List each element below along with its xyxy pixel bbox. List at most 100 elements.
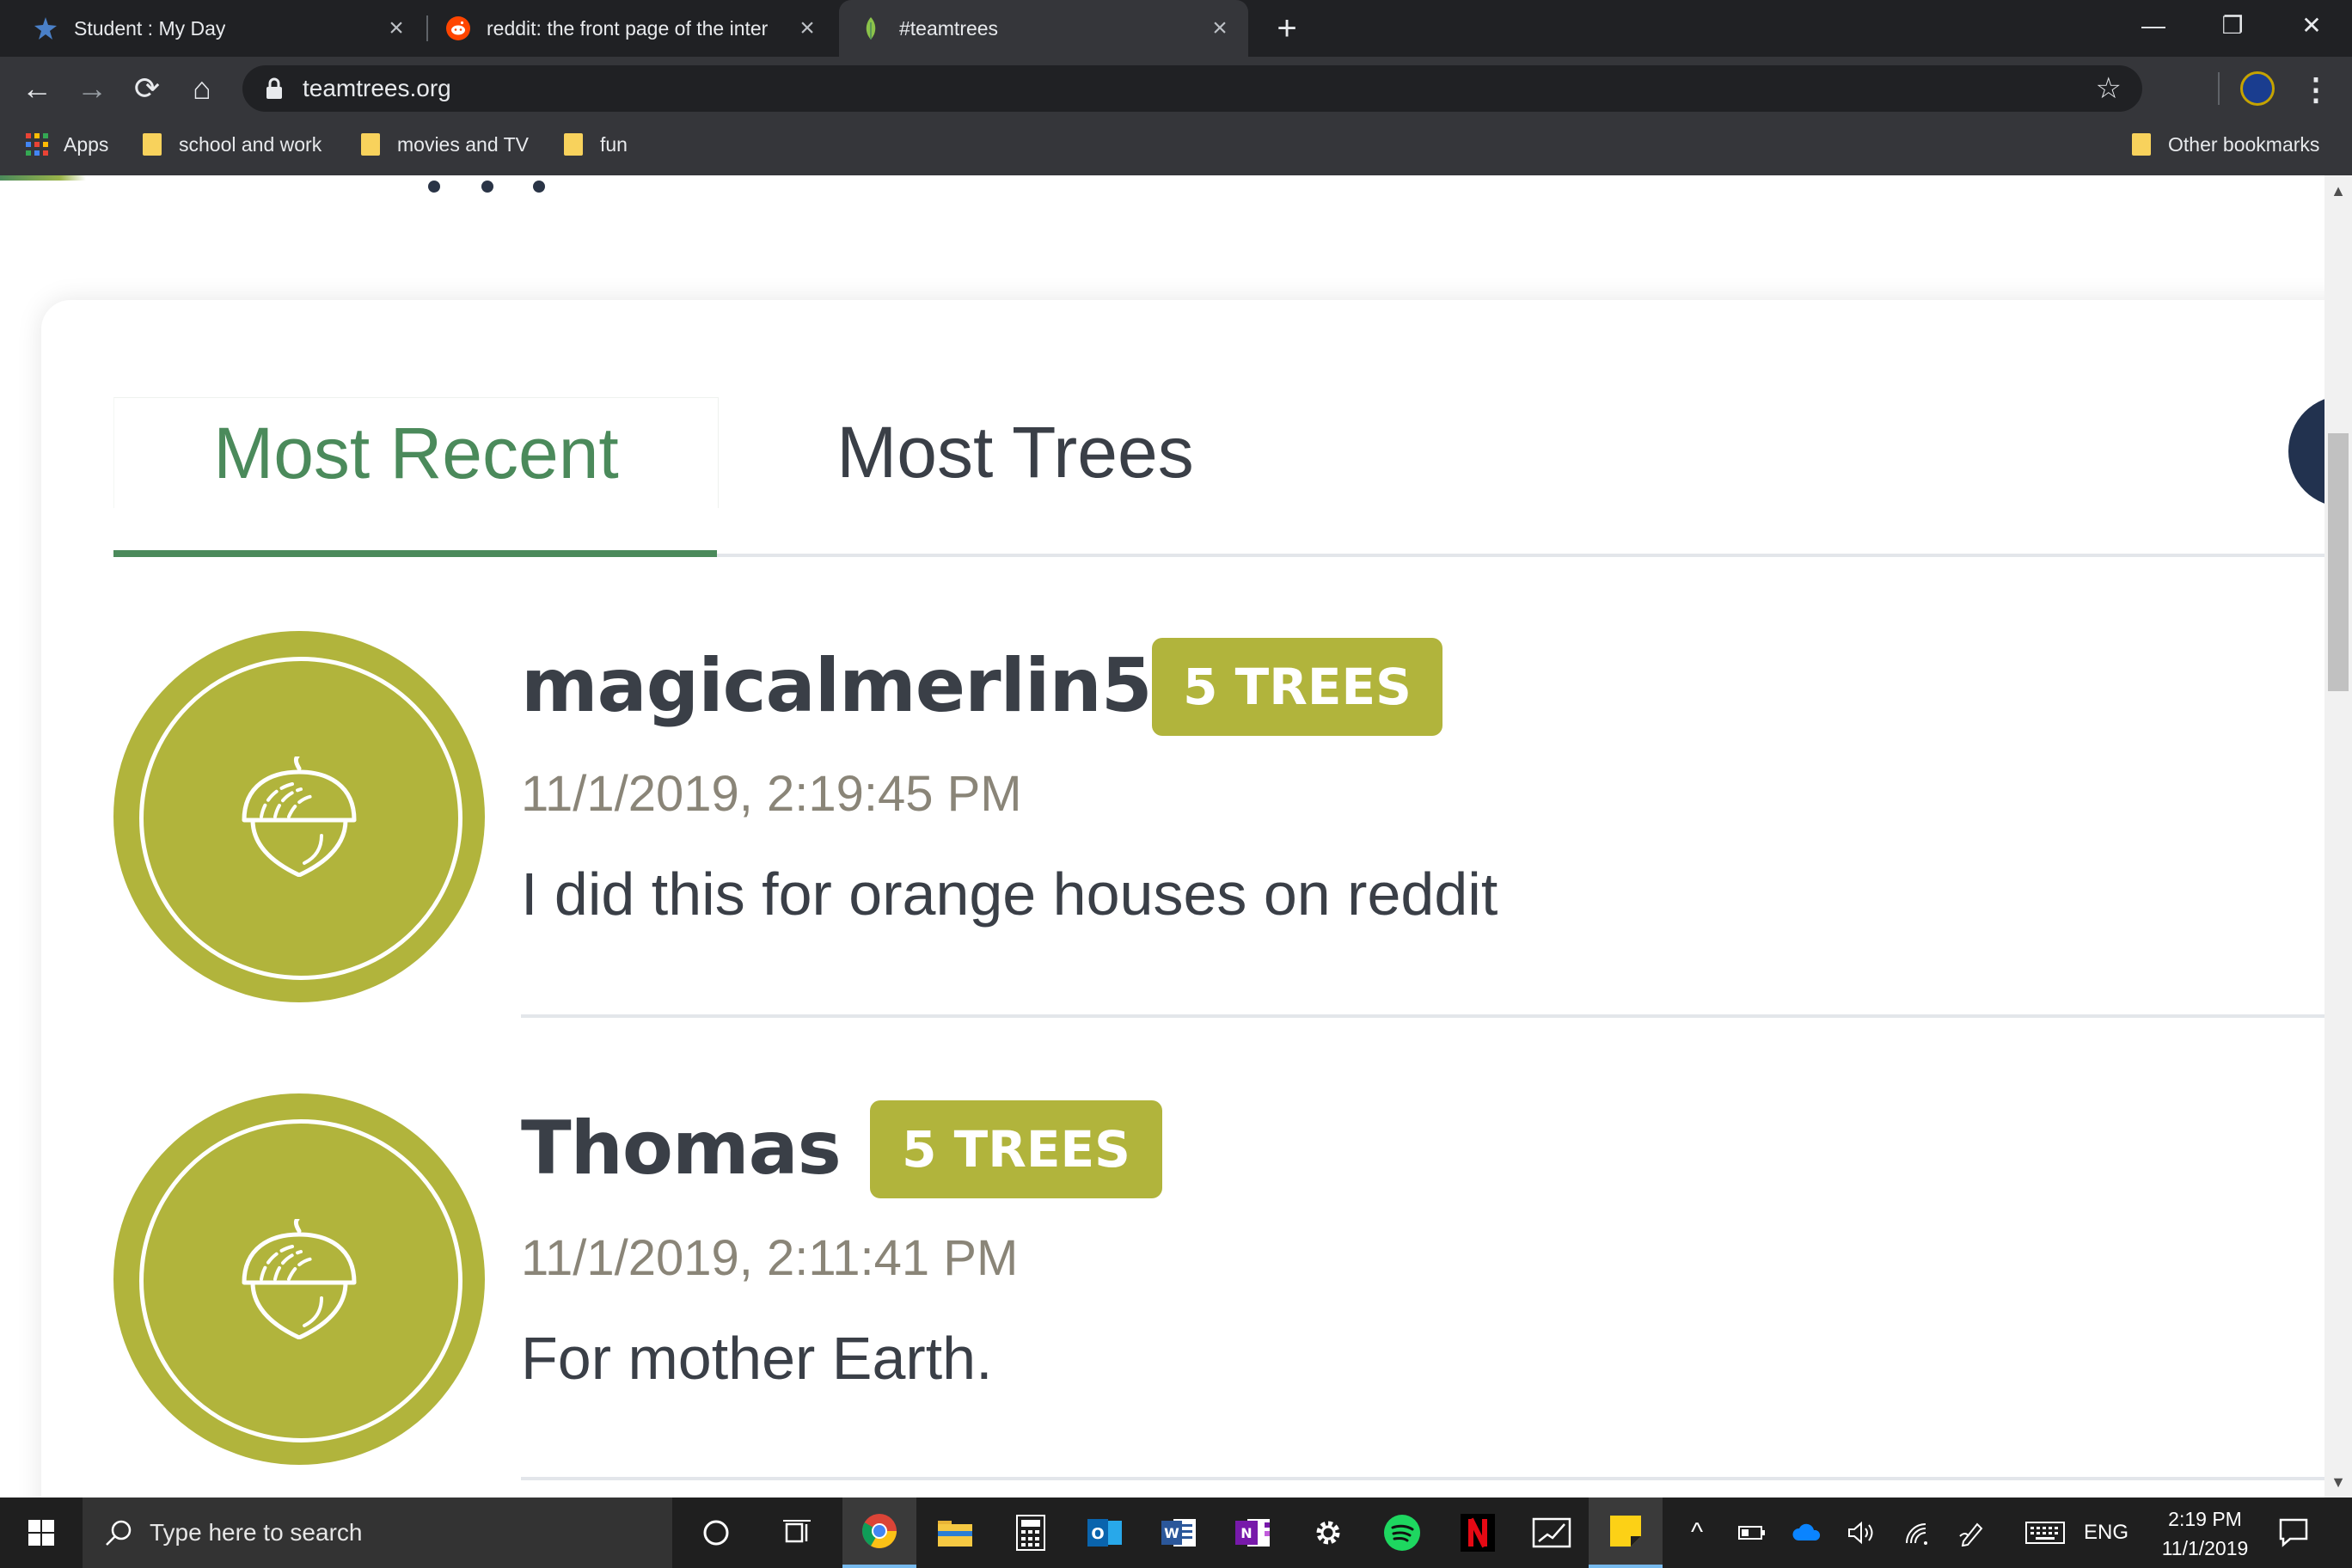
trees-badge: 5 TREES <box>1152 638 1442 736</box>
search-icon <box>101 1516 136 1550</box>
reddit-icon <box>445 15 471 41</box>
file-explorer-icon[interactable] <box>918 1498 992 1568</box>
windows-logo-icon <box>28 1520 54 1546</box>
page-content: Most Recent Most Trees magicalmerlin5 5 … <box>0 175 2324 1498</box>
volume-icon[interactable] <box>1843 1498 1881 1568</box>
svg-text:N: N <box>1240 1525 1252 1541</box>
home-icon[interactable]: ⌂ <box>182 69 222 108</box>
task-view-icon[interactable] <box>760 1498 834 1568</box>
tab-title: reddit: the front page of the inter <box>487 16 769 40</box>
system-clock[interactable]: 2:19 PM 11/1/2019 <box>2141 1504 2269 1563</box>
action-center-icon[interactable] <box>2278 1516 2309 1547</box>
active-tab-indicator <box>113 550 717 557</box>
tab-student-my-day[interactable]: Student : My Day × <box>0 0 425 57</box>
tab-reddit[interactable]: reddit: the front page of the inter × <box>430 0 836 57</box>
svg-text:O: O <box>1091 1525 1104 1543</box>
folder-icon <box>2132 133 2151 156</box>
close-window-icon[interactable]: ✕ <box>2273 0 2350 52</box>
bookmark-label: fun <box>600 132 628 156</box>
acorn-icon <box>242 1219 357 1339</box>
bookmark-label: Other bookmarks <box>2168 132 2320 156</box>
chrome-icon[interactable] <box>842 1498 916 1568</box>
donation-timestamp: 11/1/2019, 2:19:45 PM <box>521 766 1022 822</box>
lock-icon <box>263 76 285 101</box>
calculator-icon[interactable] <box>994 1498 1068 1568</box>
profile-avatar[interactable] <box>2240 71 2275 106</box>
windows-taskbar: Type here to search O W N ^ ENG 2:19 PM … <box>0 1498 2352 1568</box>
touch-keyboard-icon[interactable] <box>2024 1498 2067 1568</box>
cortana-icon[interactable] <box>679 1498 753 1568</box>
acorn-icon <box>242 756 357 877</box>
carousel-dot[interactable] <box>533 181 545 193</box>
bookmark-apps[interactable]: Apps <box>26 120 108 168</box>
reload-icon[interactable]: ⟳ <box>127 69 167 108</box>
start-button[interactable] <box>0 1498 83 1568</box>
close-tab-icon[interactable]: × <box>1207 15 1233 41</box>
bookmark-label: Apps <box>64 132 109 156</box>
bookmark-label: movies and TV <box>397 132 529 156</box>
clock-time: 2:19 PM <box>2168 1508 2242 1530</box>
scroll-up-arrow-icon[interactable]: ▲ <box>2324 181 2352 201</box>
taskbar-search[interactable]: Type here to search <box>83 1498 672 1568</box>
my-day-icon <box>33 15 58 41</box>
restore-icon[interactable]: ❐ <box>2194 0 2271 52</box>
donor-name: Thomas <box>521 1106 842 1191</box>
settings-icon[interactable] <box>1291 1498 1365 1568</box>
bookmark-other[interactable]: Other bookmarks <box>2132 120 2319 168</box>
pen-ink-icon[interactable] <box>1953 1498 1991 1568</box>
close-tab-icon[interactable]: × <box>794 15 820 41</box>
onedrive-cloud-icon[interactable] <box>1788 1498 1826 1568</box>
whiteboard-icon[interactable] <box>1515 1498 1589 1568</box>
new-tab-button[interactable]: + <box>1267 9 1307 48</box>
battery-icon[interactable] <box>1733 1498 1771 1568</box>
netflix-icon[interactable] <box>1441 1498 1515 1568</box>
entry-divider <box>521 1014 2324 1018</box>
bookmark-folder-movies[interactable]: movies and TV <box>361 120 529 168</box>
clock-date: 11/1/2019 <box>2161 1537 2249 1559</box>
close-tab-icon[interactable]: × <box>383 15 409 41</box>
entry-divider <box>521 1477 2324 1480</box>
donor-avatar <box>113 1093 485 1465</box>
scroll-thumb[interactable] <box>2328 433 2349 691</box>
tab-most-trees[interactable]: Most Trees <box>717 397 1314 507</box>
trees-badge: 5 TREES <box>870 1100 1162 1198</box>
forward-arrow-icon[interactable]: → <box>72 69 112 108</box>
donation-tabs: Most Recent Most Trees <box>113 397 2324 508</box>
minimize-icon[interactable]: — <box>2115 0 2192 52</box>
tab-title: #teamtrees <box>899 16 999 40</box>
bookmark-folder-school[interactable]: school and work <box>143 120 322 168</box>
sticky-notes-icon[interactable] <box>1589 1498 1663 1568</box>
apps-grid-icon <box>26 133 48 156</box>
page-scrollbar[interactable]: ▲ ▼ <box>2324 175 2352 1498</box>
donation-message: For mother Earth. <box>521 1325 993 1392</box>
tab-title: Student : My Day <box>74 16 226 40</box>
word-icon[interactable]: W <box>1142 1498 1216 1568</box>
search-placeholder: Type here to search <box>150 1519 363 1546</box>
donation-timestamp: 11/1/2019, 2:11:41 PM <box>521 1230 1019 1286</box>
donor-avatar <box>113 631 485 1002</box>
onenote-icon[interactable]: N <box>1216 1498 1289 1568</box>
header-accent-stripe <box>0 175 86 181</box>
folder-icon <box>564 133 583 156</box>
more-menu-icon[interactable]: ⋮ <box>2300 70 2331 108</box>
show-hidden-icons-chevron-icon[interactable]: ^ <box>1678 1498 1716 1568</box>
carousel-dot[interactable] <box>481 181 493 193</box>
scroll-down-arrow-icon[interactable]: ▼ <box>2324 1472 2352 1492</box>
input-language[interactable]: ENG <box>2080 1498 2132 1568</box>
svg-text:W: W <box>1164 1525 1179 1541</box>
wifi-icon[interactable] <box>1898 1498 1936 1568</box>
url-text: teamtrees.org <box>303 75 451 101</box>
spotify-icon[interactable] <box>1365 1498 1439 1568</box>
tab-teamtrees[interactable]: #teamtrees × <box>839 0 1248 57</box>
toolbar-divider <box>2218 72 2220 105</box>
tab-divider <box>426 15 428 41</box>
outlook-icon[interactable]: O <box>1068 1498 1142 1568</box>
bookmark-folder-fun[interactable]: fun <box>564 120 628 168</box>
bookmark-star-icon[interactable]: ☆ <box>2096 72 2122 105</box>
tab-most-recent[interactable]: Most Recent <box>113 397 719 508</box>
bookmark-label: school and work <box>179 132 322 156</box>
carousel-dot[interactable] <box>428 181 440 193</box>
folder-icon <box>361 133 380 156</box>
address-bar[interactable]: teamtrees.org ☆ <box>242 65 2142 112</box>
back-arrow-icon[interactable]: ← <box>17 69 57 108</box>
